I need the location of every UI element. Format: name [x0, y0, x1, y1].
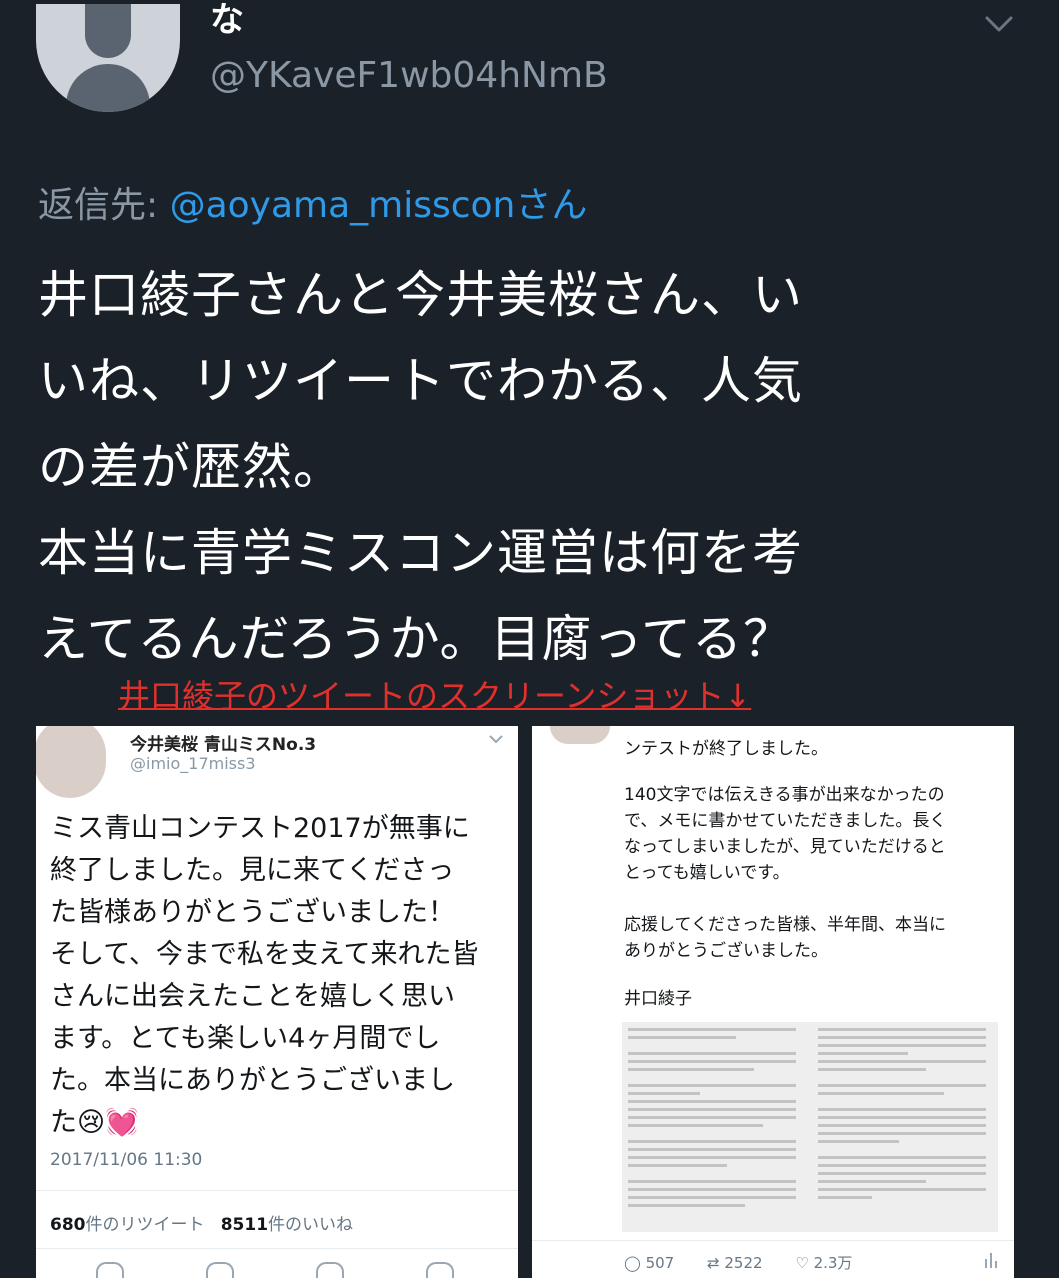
embedded-timestamp: 2017/11/06 11:30 [50, 1150, 203, 1170]
chevron-down-icon[interactable] [984, 14, 1014, 34]
user-avatar[interactable] [36, 4, 180, 112]
like-label: 件のいいね [268, 1215, 354, 1235]
embedded-screenshot-right[interactable]: ンテストが終了しました。 140文字では伝えきる事が出来なかったの で、メモに書… [532, 726, 1014, 1278]
screenshot-caption: 井口綾子のツイートのスクリーンショット↓ [118, 677, 752, 715]
embedded-handle: @imio_17miss3 [130, 754, 256, 773]
embedded-stats: 680件のリツイート 8511件のいいね [50, 1210, 353, 1235]
retweet-count: 680 [50, 1215, 86, 1235]
embedded-avatar [550, 726, 610, 744]
embedded-tweet-text: ミス青山コンテスト2017が無事に 終了しました。見に来てくださっ た皆様ありが… [50, 808, 510, 1144]
retweet-icon [206, 1262, 234, 1278]
embedded-top-text: ンテストが終了しました。 [624, 739, 828, 759]
reply-stat: ◯ 507 [624, 1254, 674, 1272]
retweet-icon: ⇄ [707, 1254, 720, 1272]
tweet-text: 井口綾子さんと今井美桜さん、い いね、リツイートでわかる、人気 の差が歴然。 本… [38, 266, 803, 668]
memo-column-right [812, 1028, 992, 1204]
heart-icon [316, 1262, 344, 1278]
avatar-head-shape [85, 4, 131, 58]
retweet-stat: ⇄ 2522 [707, 1254, 763, 1272]
embedded-action-row [36, 1262, 518, 1278]
reply-icon: ◯ [624, 1254, 641, 1272]
embedded-signature: 井口綾子 [624, 989, 692, 1009]
reply-icon [96, 1262, 124, 1278]
reply-to-line: 返信先: @aoyama_missconさん [38, 183, 587, 229]
embedded-display-name: 今井美桜 青山ミスNo.3 [130, 735, 317, 755]
emoji-icons: 😢💓 [77, 1107, 139, 1138]
analytics-bar-icon [985, 1253, 997, 1268]
heart-icon: ♡ [795, 1254, 809, 1272]
embedded-tweet-body: ミス青山コンテスト2017が無事に 終了しました。見に来てくださっ た皆様ありが… [50, 813, 479, 1138]
like-count: 2.3万 [813, 1254, 853, 1272]
embedded-screenshot-left[interactable]: 今井美桜 青山ミスNo.3 @imio_17miss3 ミス青山コンテスト201… [36, 726, 518, 1278]
embedded-tweet-text: 140文字では伝えきる事が出来なかったの で、メモに書かせていただきました。長く… [624, 785, 947, 961]
reply-count: 507 [645, 1254, 675, 1272]
like-count: 8511 [220, 1215, 269, 1235]
mail-icon [426, 1262, 454, 1278]
like-stat: ♡ 2.3万 [795, 1252, 852, 1273]
reply-mention-link[interactable]: @aoyama_missconさん [170, 185, 588, 226]
retweet-label: 件のリツイート [85, 1215, 205, 1235]
user-handle[interactable]: @YKaveF1wb04hNmB [210, 54, 608, 98]
divider [532, 1240, 1014, 1241]
embedded-avatar [36, 726, 106, 798]
avatar-body-shape [66, 64, 150, 112]
memo-image [622, 1022, 998, 1232]
divider [36, 1248, 518, 1249]
memo-column-left [622, 1028, 802, 1212]
embedded-action-row: ◯ 507 ⇄ 2522 ♡ 2.3万 [624, 1252, 880, 1273]
reply-prefix: 返信先: [38, 185, 170, 226]
divider [36, 1190, 518, 1191]
chevron-down-icon [489, 735, 503, 744]
retweet-count: 2522 [724, 1254, 763, 1272]
display-name[interactable]: な [210, 0, 244, 40]
